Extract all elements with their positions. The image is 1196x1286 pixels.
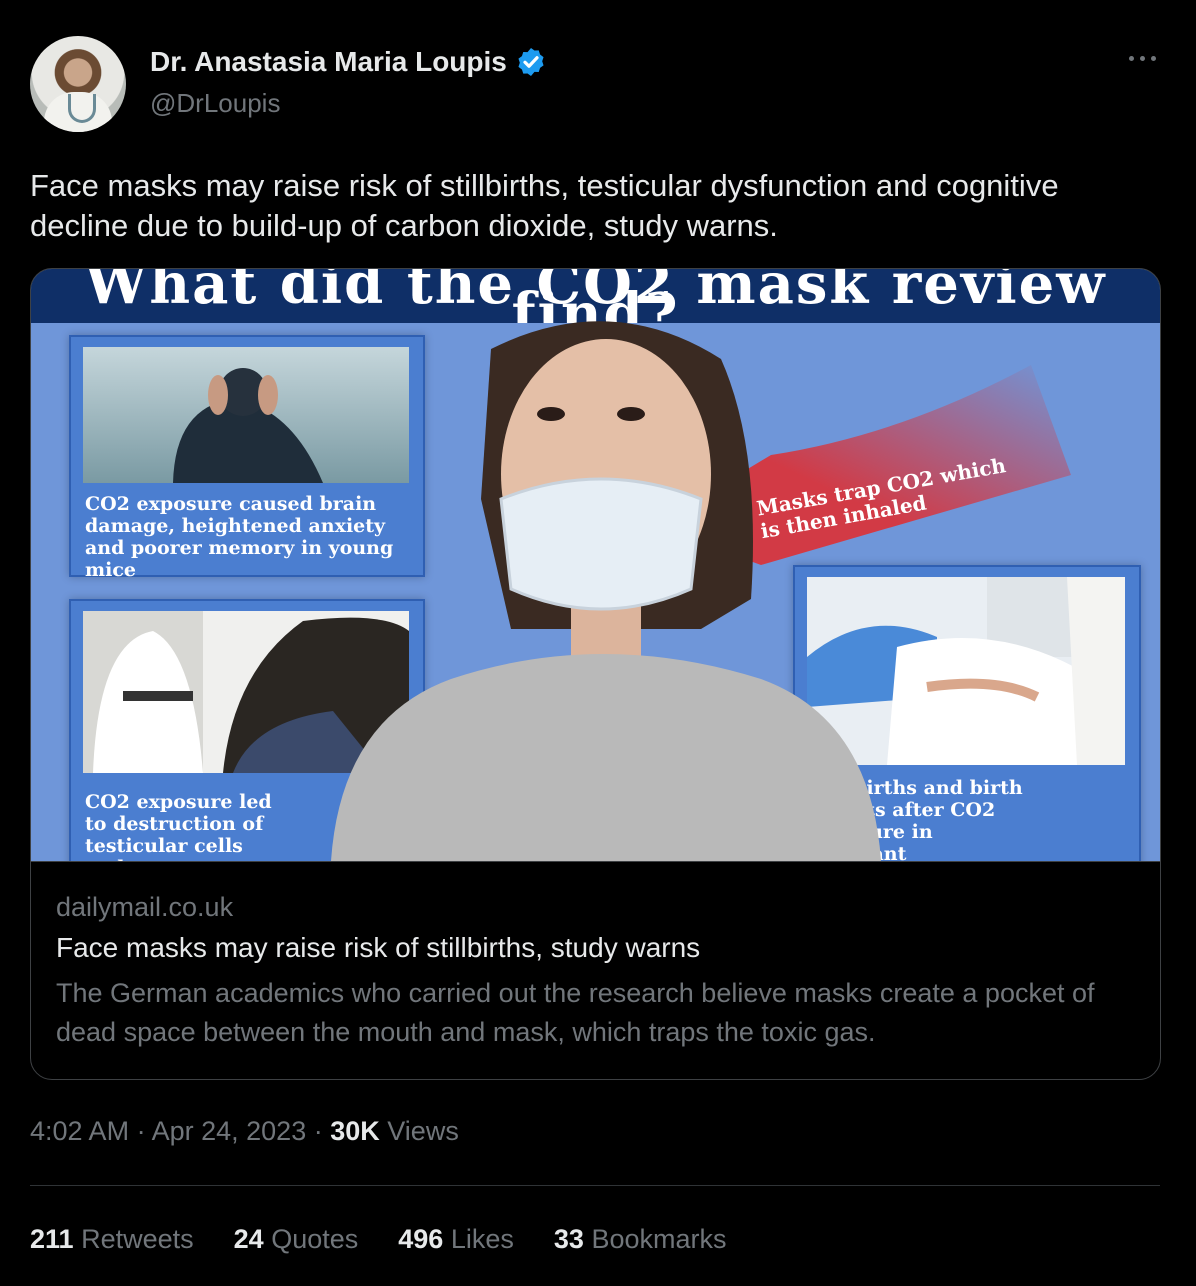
stat-bookmarks[interactable]: 33 Bookmarks: [554, 1224, 727, 1255]
tweet-header: Dr. Anastasia Maria Loupis @DrLoupis: [30, 36, 1166, 136]
separator-dot: ·: [136, 1116, 152, 1146]
avatar[interactable]: [30, 36, 126, 132]
card-image[interactable]: What did the CO2 mask review find? CO2 e…: [31, 269, 1160, 861]
tweet-text: Face masks may raise risk of stillbirths…: [30, 168, 1059, 243]
stat-quotes[interactable]: 24 Quotes: [234, 1224, 359, 1255]
more-horizontal-icon[interactable]: [1126, 48, 1166, 72]
stat-likes[interactable]: 496 Likes: [398, 1224, 514, 1255]
author-name-row: Dr. Anastasia Maria Loupis: [150, 46, 547, 78]
stat-retweets[interactable]: 211 Retweets: [30, 1224, 194, 1255]
panel-caption-testicular: CO2 exposure led to destruction of testi…: [85, 791, 272, 861]
views-label: Views: [387, 1116, 459, 1146]
engagement-stats: 211 Retweets 24 Quotes 496 Likes 33 Book…: [30, 1224, 726, 1255]
tweet-timestamp: 4:02 AM · Apr 24, 2023 · 30K Views: [30, 1116, 459, 1147]
verified-badge-icon[interactable]: [515, 46, 547, 78]
link-card[interactable]: What did the CO2 mask review find? CO2 e…: [30, 268, 1161, 1080]
card-title[interactable]: Face masks may raise risk of stillbirths…: [56, 932, 700, 964]
avatar-stethoscope: [68, 94, 96, 123]
tweet-date[interactable]: Apr 24, 2023: [152, 1116, 307, 1146]
tweet-time[interactable]: 4:02 AM: [30, 1116, 129, 1146]
author-handle[interactable]: @DrLoupis: [150, 88, 280, 119]
separator-dot: ·: [313, 1116, 331, 1146]
views-count: 30K: [330, 1116, 380, 1146]
card-meta[interactable]: dailymail.co.uk Face masks may raise ris…: [31, 861, 1160, 1079]
card-domain: dailymail.co.uk: [56, 892, 234, 922]
card-description: The German academics who carried out the…: [56, 978, 1095, 1047]
author-name[interactable]: Dr. Anastasia Maria Loupis: [150, 46, 507, 78]
divider: [30, 1185, 1160, 1186]
image-woman-with-mask: [331, 321, 881, 861]
